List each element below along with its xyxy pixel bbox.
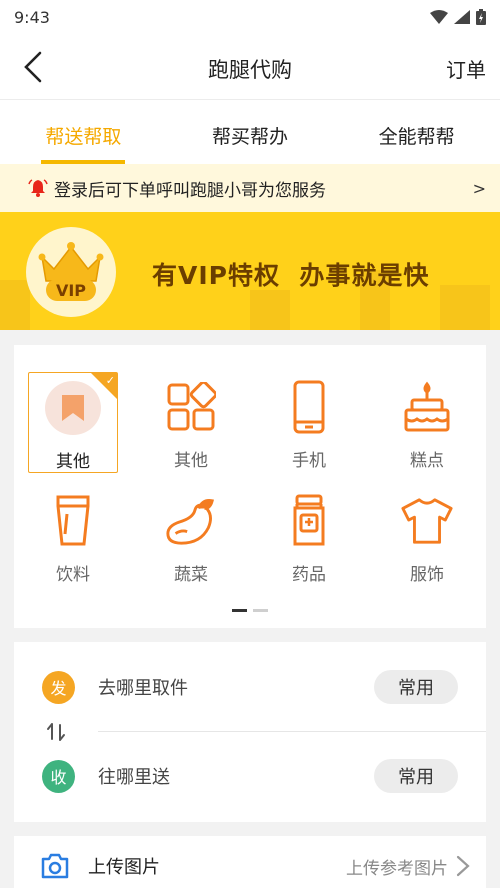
category-label: 其他: [174, 451, 208, 471]
category-item[interactable]: 手机: [250, 372, 368, 473]
category-label: 蔬菜: [174, 565, 208, 585]
banner-building: [250, 290, 290, 330]
tab-all-round[interactable]: 全能帮帮: [333, 100, 500, 164]
category-card: 其他 ✓ 其他 手机 糕点 饮料 蔬菜 药品 服饰: [14, 345, 486, 628]
dropoff-badge: 收: [42, 759, 75, 793]
page-dot[interactable]: [253, 609, 268, 612]
status-time: 9:43: [14, 7, 50, 27]
status-icons: [430, 9, 486, 25]
category-item[interactable]: 其他 ✓: [28, 372, 118, 473]
category-item[interactable]: 蔬菜: [132, 486, 250, 587]
bell-icon: [28, 179, 48, 197]
service-tabs: 帮送帮取 帮买帮办 全能帮帮: [0, 100, 500, 164]
login-notice[interactable]: 登录后可下单呼叫跑腿小哥为您服务 >: [0, 164, 500, 212]
wifi-icon: [430, 10, 448, 24]
cake-icon: [400, 380, 454, 434]
tshirt-icon: [400, 494, 454, 548]
category-item[interactable]: 药品: [250, 486, 368, 587]
category-label: 糕点: [410, 451, 444, 471]
route-card: 发 去哪里取件 常用 收 往哪里送 常用: [14, 642, 486, 822]
upload-row[interactable]: 上传图片 上传参考图片: [14, 836, 486, 888]
crown-icon: VIP: [38, 242, 104, 301]
vip-banner[interactable]: VIP 有VIP特权 办事就是快: [0, 212, 500, 330]
swap-icon[interactable]: [46, 722, 66, 742]
pickup-address-field[interactable]: 去哪里取件: [98, 674, 188, 700]
notice-text: 登录后可下单呼叫跑腿小哥为您服务: [54, 180, 326, 201]
pickup-common-button[interactable]: 常用: [374, 670, 458, 704]
page-dot-active[interactable]: [232, 609, 247, 612]
signal-icon: [454, 10, 470, 24]
category-item[interactable]: 糕点: [368, 372, 486, 473]
cup-icon: [46, 494, 100, 548]
dropoff-common-button[interactable]: 常用: [374, 759, 458, 793]
tab-deliver-fetch[interactable]: 帮送帮取: [0, 100, 167, 164]
medicine-bottle-icon: [282, 494, 336, 548]
dropoff-address-field[interactable]: 往哪里送: [98, 763, 170, 789]
orders-button[interactable]: 订单: [446, 54, 486, 83]
tab-buy-handle[interactable]: 帮买帮办: [167, 100, 334, 164]
check-icon: ✓: [105, 374, 115, 387]
page-title: 跑腿代购: [208, 58, 292, 82]
route-divider: [98, 731, 486, 732]
chevron-right-icon: [456, 855, 470, 877]
status-bar: 9:43: [0, 0, 500, 34]
upload-label: 上传图片: [88, 857, 160, 878]
category-label: 服饰: [410, 565, 444, 585]
category-grid: 其他 ✓ 其他 手机 糕点 饮料 蔬菜 药品 服饰: [14, 372, 486, 587]
upload-hint: 上传参考图片: [346, 858, 448, 879]
pickup-address-row[interactable]: 发 去哪里取件 常用: [14, 657, 486, 717]
eggplant-icon: [164, 494, 218, 548]
category-item[interactable]: 其他: [132, 372, 250, 473]
nav-bar: 跑腿代购 订单: [0, 34, 500, 100]
camera-icon: [41, 853, 69, 879]
notice-arrow: >: [472, 178, 486, 198]
battery-icon: [476, 9, 486, 25]
grid-apps-icon: [164, 380, 218, 434]
category-label: 饮料: [56, 565, 90, 585]
category-item[interactable]: 饮料: [14, 486, 132, 587]
phone-icon: [282, 380, 336, 434]
category-label: 其他: [56, 452, 90, 472]
banner-slogan: 有VIP特权 办事就是快: [152, 261, 430, 290]
category-item[interactable]: 服饰: [368, 486, 486, 587]
page-indicator: [14, 609, 486, 612]
dropoff-address-row[interactable]: 收 往哪里送 常用: [14, 746, 486, 806]
vip-badge-text: VIP: [56, 281, 86, 300]
vip-crown-badge: VIP: [26, 227, 116, 317]
category-label: 手机: [292, 451, 326, 471]
banner-building: [440, 285, 490, 330]
pickup-badge: 发: [42, 670, 75, 704]
category-label: 药品: [292, 565, 326, 585]
